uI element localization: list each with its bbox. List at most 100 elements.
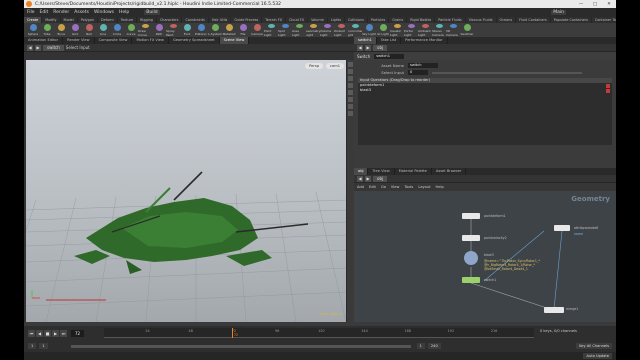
node-name-field[interactable]: switch1	[374, 53, 405, 59]
shelf-tool[interactable]: Ambient Light	[418, 23, 432, 37]
shelf-tool[interactable]: Draw Curve	[138, 23, 152, 37]
network-menu-item[interactable]: View	[391, 185, 400, 189]
viewport-node-crumb[interactable]: switch	[43, 44, 64, 51]
shelf-tool[interactable]: Torus	[54, 23, 68, 37]
shelf-tool[interactable]: Path	[152, 23, 166, 37]
left-pane-tab[interactable]: Render View	[63, 37, 95, 44]
scene-viewport[interactable]: Persp cam1 Indie Edition	[26, 60, 348, 322]
input-operator-item[interactable]: blast3	[358, 88, 612, 93]
shelf-tool[interactable]: Volume Light	[320, 23, 334, 37]
display-option-icon[interactable]	[348, 69, 353, 74]
menu-windows[interactable]: Windows	[94, 10, 114, 15]
minimize-button[interactable]: —	[574, 2, 588, 7]
range-slider[interactable]	[70, 344, 411, 348]
forward-button[interactable]: ▶	[35, 44, 41, 51]
key-all-channels-button[interactable]: Key All Channels	[576, 343, 612, 349]
stop-button[interactable]: ■	[44, 329, 51, 337]
left-pane-tab[interactable]: Scene View	[219, 37, 250, 44]
shelf-tool[interactable]: Stereo Camera	[432, 23, 446, 37]
display-option-icon[interactable]	[348, 97, 353, 102]
range-start-field[interactable]: 1	[28, 343, 37, 349]
node-switch1[interactable]	[462, 277, 480, 283]
display-option-icon[interactable]	[348, 90, 353, 95]
remove-input-icon[interactable]	[606, 83, 610, 88]
shelf-tool[interactable]: L-System	[208, 23, 222, 37]
range-end-field[interactable]: 1	[39, 343, 48, 349]
network-menu-item[interactable]: Edit	[369, 185, 376, 189]
shelf-tool[interactable]: File	[236, 23, 250, 37]
node-pointdeform1[interactable]	[462, 213, 480, 219]
asset-name-field[interactable]: switch	[408, 63, 438, 68]
shelf-tool[interactable]: Tube	[40, 23, 54, 37]
menu-assets[interactable]: Assets	[74, 10, 89, 15]
remove-input-icon[interactable]	[606, 88, 610, 93]
network-path-crumb[interactable]: obj	[373, 175, 388, 182]
display-option-icon[interactable]	[348, 62, 353, 67]
menu-edit[interactable]: Edit	[40, 10, 49, 15]
left-pane-tab[interactable]: Geometry Spreadsheet	[169, 37, 220, 44]
left-pane-tab[interactable]: Animation Editor	[24, 37, 64, 44]
left-pane-tab[interactable]: Composite View	[95, 37, 133, 44]
current-frame-field[interactable]: 72	[71, 329, 85, 337]
network-menu-item[interactable]: Go	[381, 185, 386, 189]
node-merge1[interactable]	[544, 307, 564, 313]
frame-start-field[interactable]: 1	[416, 343, 425, 349]
shelf-tool[interactable]: Platonic	[194, 23, 208, 37]
network-pane-tab[interactable]: obj	[354, 168, 369, 175]
shelf-tool[interactable]: Circle	[110, 23, 124, 37]
shelf-tool[interactable]: Spray Paint	[166, 23, 180, 37]
network-back-button[interactable]: ◀	[357, 175, 363, 182]
network-menu-item[interactable]: Add	[357, 185, 364, 189]
shelf-tool[interactable]: Sky Light	[362, 23, 376, 37]
select-input-field[interactable]: 0	[408, 70, 428, 75]
desktop-main-select[interactable]: Main	[551, 10, 566, 15]
node-attribpromote6[interactable]	[554, 225, 570, 231]
network-menu-item[interactable]: Tools	[404, 185, 413, 189]
shelf-tool[interactable]: Sphere	[26, 23, 40, 37]
right-pane-tab[interactable]: switch1	[354, 37, 377, 44]
network-pane-tab[interactable]: Asset Browser	[432, 168, 467, 175]
shelf-tool[interactable]: VR Camera	[446, 23, 460, 37]
shelf-tool[interactable]: Line	[96, 23, 110, 37]
shelf-tool[interactable]: Point Light	[264, 23, 278, 37]
frame-end-field[interactable]: 240	[427, 343, 441, 349]
desktop-build-select[interactable]: Build	[144, 10, 160, 15]
network-forward-button[interactable]: ▶	[365, 175, 371, 182]
params-back-button[interactable]: ◀	[357, 44, 363, 51]
menu-render[interactable]: Render	[53, 10, 69, 15]
back-button[interactable]: ◀	[27, 44, 33, 51]
close-button[interactable]: ✕	[602, 2, 616, 7]
shelf-tool[interactable]: Camera	[250, 23, 264, 37]
node-blast3[interactable]	[464, 251, 478, 265]
network-editor[interactable]: Geometry pointdeform1 pointvelocity2 bla…	[354, 191, 616, 322]
params-path-crumb[interactable]: obj	[373, 44, 388, 51]
play-button[interactable]: ▶	[52, 329, 59, 337]
shelf-tool[interactable]: Spot Light	[278, 23, 292, 37]
auto-update-button[interactable]: Auto Update	[583, 353, 612, 359]
right-pane-tab[interactable]: Take List	[377, 37, 402, 44]
shelf-tool[interactable]: Distant Light	[334, 23, 348, 37]
view-menu[interactable]: cam1	[326, 63, 344, 69]
step-back-button[interactable]: ◀	[36, 329, 43, 337]
shelf-tool[interactable]: Environment Light	[348, 23, 362, 37]
shelf-tool[interactable]: Metaball	[222, 23, 236, 37]
shelf-tool[interactable]: Switcher	[460, 23, 474, 37]
shelf-tool[interactable]: GI Light	[376, 23, 390, 37]
shelf-tool[interactable]: Null	[82, 23, 96, 37]
display-option-icon[interactable]	[348, 76, 353, 81]
shelf-tool[interactable]: Curve	[124, 23, 138, 37]
network-pane-tab[interactable]: Material Palette	[395, 168, 432, 175]
display-option-icon[interactable]	[348, 111, 353, 116]
jump-start-button[interactable]: ⏮	[28, 329, 35, 337]
camera-menu[interactable]: Persp	[305, 63, 324, 69]
shelf-tool[interactable]: Font	[180, 23, 194, 37]
jump-end-button[interactable]: ⏭	[60, 329, 67, 337]
select-input-slider[interactable]	[432, 71, 582, 74]
network-pane-tab[interactable]: Tree View	[368, 168, 395, 175]
shelf-tool[interactable]: Grid	[68, 23, 82, 37]
shelf-tool[interactable]: Caustic Light	[390, 23, 404, 37]
shelf-tool[interactable]: Portal Light	[404, 23, 418, 37]
left-pane-tab[interactable]: Motion FX View	[132, 37, 169, 44]
display-option-icon[interactable]	[348, 104, 353, 109]
menu-help[interactable]: Help	[119, 10, 129, 15]
